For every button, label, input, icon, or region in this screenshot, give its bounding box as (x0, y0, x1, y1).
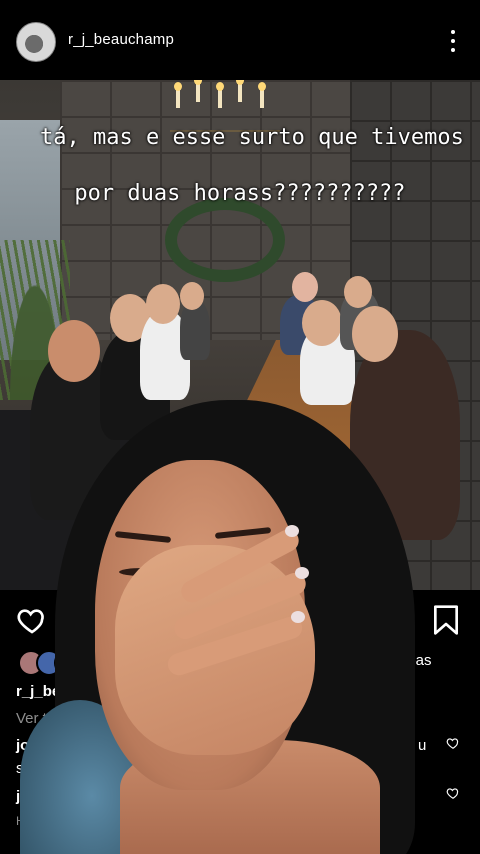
heart-icon[interactable] (16, 604, 48, 636)
username-link[interactable]: r_j_beauchamp (68, 31, 174, 48)
person-head (302, 300, 342, 346)
person-head (344, 276, 372, 308)
bookmark-icon[interactable] (432, 604, 460, 636)
comment-like-icon[interactable] (446, 736, 460, 750)
caption-username[interactable]: r_j_beauchar (16, 683, 109, 700)
comment-username[interactable]: joshbe (16, 737, 64, 754)
comment-username[interactable]: joal (16, 788, 42, 805)
story-caption: tá, mas e esse surto que tivemos por dua… (40, 110, 464, 222)
person-head (146, 284, 180, 324)
person-head (180, 282, 204, 310)
likes-text-right[interactable]: essoas (384, 652, 432, 669)
comment-icon[interactable] (72, 604, 104, 636)
person-head (292, 272, 318, 302)
caption-line-2: por duas horass?????????? (74, 181, 406, 206)
likes-text-left[interactable]: Cur (86, 652, 110, 669)
comment-text-line2: so m (16, 760, 49, 777)
post-header: r_j_beauchamp (0, 0, 480, 80)
liker-avatar (54, 650, 80, 676)
view-comments-link[interactable]: Ver todos o (16, 710, 92, 727)
person-head (352, 306, 398, 362)
caption-line-1: tá, mas e esse surto que tivemos (40, 125, 464, 150)
profile-photo-icon[interactable] (16, 22, 56, 62)
post-timestamp: H (16, 814, 25, 828)
person (350, 330, 460, 540)
person-head (48, 320, 100, 382)
more-vertical-icon[interactable] (442, 26, 464, 56)
screen: r_j_beauchamp tá, mas e esse surto que t… (0, 0, 480, 854)
comment-text-tail: ve u (398, 737, 427, 754)
comment-like-icon[interactable] (446, 786, 460, 800)
